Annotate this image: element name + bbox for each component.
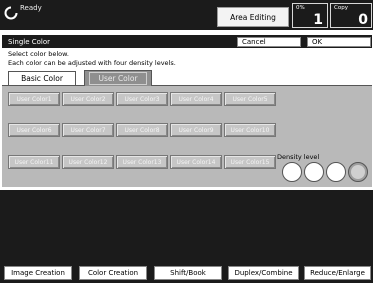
tab-basic-color[interactable]: Basic Color	[8, 71, 76, 85]
dialog-title: Single Color	[8, 38, 51, 46]
status-bar: Ready Area Editing 0% 1 Copy 0	[0, 0, 373, 30]
tab-user-color[interactable]: User Color	[84, 70, 152, 86]
copy-counter: Copy 0	[330, 3, 372, 28]
tab-user-color-label: User Color	[89, 72, 147, 85]
cancel-button[interactable]: Cancel	[237, 37, 301, 47]
user-color-10-button[interactable]: User Color10	[224, 123, 276, 137]
density-level-3-button[interactable]	[326, 162, 346, 182]
ready-indicator: Ready	[4, 4, 42, 26]
user-color-11-button[interactable]: User Color11	[8, 155, 60, 169]
percent-value: 1	[313, 12, 323, 28]
user-color-15-button[interactable]: User Color15	[224, 155, 276, 169]
ready-label: Ready	[20, 4, 42, 12]
function-key-bar: Image Creation Color Creation Shift/Book…	[0, 190, 373, 283]
user-color-12-button[interactable]: User Color12	[62, 155, 114, 169]
single-color-dialog: Single Color Cancel OK Select color belo…	[2, 33, 372, 187]
user-color-14-button[interactable]: User Color14	[170, 155, 222, 169]
user-color-7-button[interactable]: User Color7	[62, 123, 114, 137]
shift-book-button[interactable]: Shift/Book	[154, 266, 222, 280]
image-creation-button[interactable]: Image Creation	[4, 266, 72, 280]
user-color-3-button[interactable]: User Color3	[116, 92, 168, 106]
ok-button[interactable]: OK	[307, 37, 371, 47]
percent-display: 0% 1	[292, 3, 328, 28]
copy-value: 0	[358, 12, 368, 28]
percent-label: 0%	[296, 5, 305, 11]
user-color-1-button[interactable]: User Color1	[8, 92, 60, 106]
duplex-combine-button[interactable]: Duplex/Combine	[228, 266, 299, 280]
dialog-title-bar: Single Color Cancel OK	[2, 35, 372, 48]
user-color-4-button[interactable]: User Color4	[170, 92, 222, 106]
user-color-9-button[interactable]: User Color9	[170, 123, 222, 137]
density-level-label: Density level	[277, 153, 320, 161]
user-color-5-button[interactable]: User Color5	[224, 92, 276, 106]
density-level-1-button[interactable]	[282, 162, 302, 182]
user-color-13-button[interactable]: User Color13	[116, 155, 168, 169]
area-editing-button[interactable]: Area Editing	[217, 7, 289, 27]
color-creation-button[interactable]: Color Creation	[79, 266, 147, 280]
instruction-line-1: Select color below.	[8, 50, 69, 58]
reduce-enlarge-button[interactable]: Reduce/Enlarge	[304, 266, 371, 280]
ready-icon	[4, 6, 18, 20]
user-color-8-button[interactable]: User Color8	[116, 123, 168, 137]
instruction-line-2: Each color can be adjusted with four den…	[8, 59, 176, 67]
copy-label: Copy	[334, 5, 348, 11]
user-color-2-button[interactable]: User Color2	[62, 92, 114, 106]
user-color-6-button[interactable]: User Color6	[8, 123, 60, 137]
density-level-4-button[interactable]	[348, 162, 368, 182]
density-level-2-button[interactable]	[304, 162, 324, 182]
